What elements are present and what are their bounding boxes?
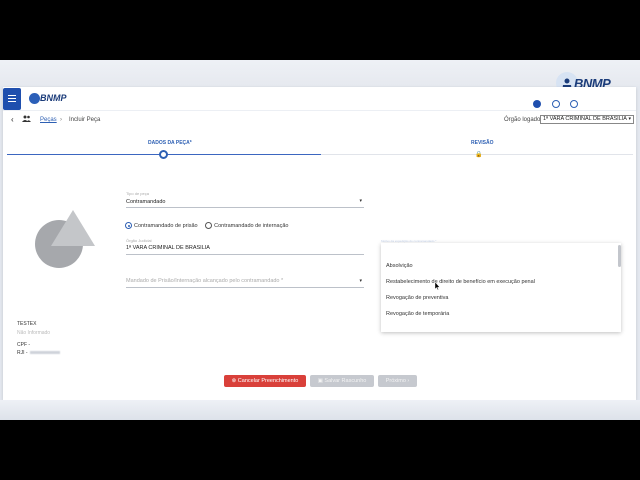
- radio-contramandado-internacao-label: Contramandado de internação: [214, 222, 289, 229]
- tipo-peca-value: Contramandado: [126, 199, 166, 205]
- dropdown-option[interactable]: Revogação de temporária: [386, 311, 449, 317]
- menu-button[interactable]: [3, 88, 21, 110]
- screen: BNMP Banco Nacional de Medidas Penais e …: [0, 60, 640, 420]
- step-revisao-label: REVISÃO: [471, 140, 494, 146]
- breadcrumb: ‹ Peças › Incluir Peça Órgão logado: 1ª …: [3, 113, 636, 127]
- step-dados-da-peca-indicator[interactable]: [159, 150, 168, 159]
- top-icons: [527, 95, 578, 108]
- next-button[interactable]: Próximo ›: [378, 375, 417, 387]
- lock-icon: 🔒: [475, 152, 483, 158]
- tipo-peca-select[interactable]: Tipo de peça Contramandado ▾: [126, 191, 364, 208]
- radio-contramandado-internacao[interactable]: [205, 222, 213, 229]
- mandado-placeholder: Mandado de Prisão/Internação alcançado p…: [126, 278, 284, 284]
- mouse-cursor-icon: [435, 282, 440, 290]
- breadcrumb-current: Incluir Peça: [69, 117, 101, 123]
- orgao-logado-value: 1ª VARA CRIMINAL DE BRASILIA: [543, 116, 627, 122]
- person-name: TESTEX: [17, 321, 37, 327]
- app-bar: BNMP: [3, 87, 636, 111]
- app-logo[interactable]: BNMP: [29, 91, 89, 107]
- contramandado-type-radio-group: Contramandado de prisão Contramandado de…: [125, 222, 294, 229]
- app-logo-text: BNMP: [40, 93, 67, 103]
- breadcrumb-separator: ›: [60, 117, 62, 123]
- app-logo-emblem: [29, 93, 40, 104]
- chevron-left-icon[interactable]: ‹: [11, 115, 14, 124]
- person-rji: RJI -: [17, 350, 60, 356]
- dropdown-option[interactable]: Revogação de preventiva: [386, 295, 448, 301]
- avatar-placeholder-icon: [35, 210, 95, 268]
- orgao-judicial-value: 1ª VARA CRIMINAL DE BRASILIA: [126, 245, 210, 251]
- dropdown-option[interactable]: Absolvição: [386, 263, 413, 269]
- brand-header: BNMP Banco Nacional de Medidas Penais e …: [0, 60, 640, 96]
- user-circle-icon[interactable]: [570, 99, 578, 108]
- chevron-down-icon: ▾: [359, 278, 362, 284]
- radio-contramandado-prisao-label: Contramandado de prisão: [134, 222, 198, 229]
- radio-contramandado-prisao[interactable]: [125, 222, 132, 229]
- stepper: DADOS DA PEÇA* REVISÃO 🔒: [3, 137, 636, 167]
- motivo-dropdown-panel: Absolvição Restabelecimento de direito d…: [381, 243, 621, 332]
- cancel-button[interactable]: ⊗ Cancelar Preenchimento: [224, 375, 306, 387]
- mandado-select[interactable]: Mandado de Prisão/Internação alcançado p…: [126, 276, 364, 288]
- users-icon: [22, 115, 31, 122]
- dropdown-option[interactable]: Restabelecimento de direito de benefício…: [386, 279, 535, 285]
- orgao-logado-label: Órgão logado:: [504, 117, 543, 123]
- person-card: TESTEX Não Informado CPF - RJI -: [11, 190, 106, 360]
- dropdown-scrollbar[interactable]: [618, 245, 621, 267]
- bottom-backdrop: [0, 400, 640, 420]
- person-cpf: CPF -: [17, 342, 31, 348]
- save-draft-button[interactable]: ▣ Salvar Rascunho: [310, 375, 374, 387]
- breadcrumb-link-pecas[interactable]: Peças: [40, 117, 57, 123]
- chevron-right-icon: ›: [405, 378, 410, 384]
- tipo-peca-label: Tipo de peça: [126, 191, 149, 196]
- globe-icon[interactable]: [551, 99, 560, 108]
- orgao-logado-select[interactable]: 1ª VARA CRIMINAL DE BRASILIA ▾: [540, 115, 634, 124]
- chevron-down-icon: ▾: [628, 116, 631, 122]
- step-dados-da-peca-label[interactable]: DADOS DA PEÇA*: [148, 140, 192, 146]
- info-icon[interactable]: [533, 99, 542, 108]
- orgao-judicial-label: Órgão Judicial: [126, 238, 152, 243]
- app-window: BNMP ‹ Peças › Incluir Peça Órgão logado…: [3, 87, 636, 400]
- orgao-judicial-field[interactable]: Órgão Judicial 1ª VARA CRIMINAL DE BRASI…: [126, 238, 364, 255]
- person-name-note: Não Informado: [17, 330, 51, 336]
- chevron-down-icon: ▾: [359, 198, 362, 204]
